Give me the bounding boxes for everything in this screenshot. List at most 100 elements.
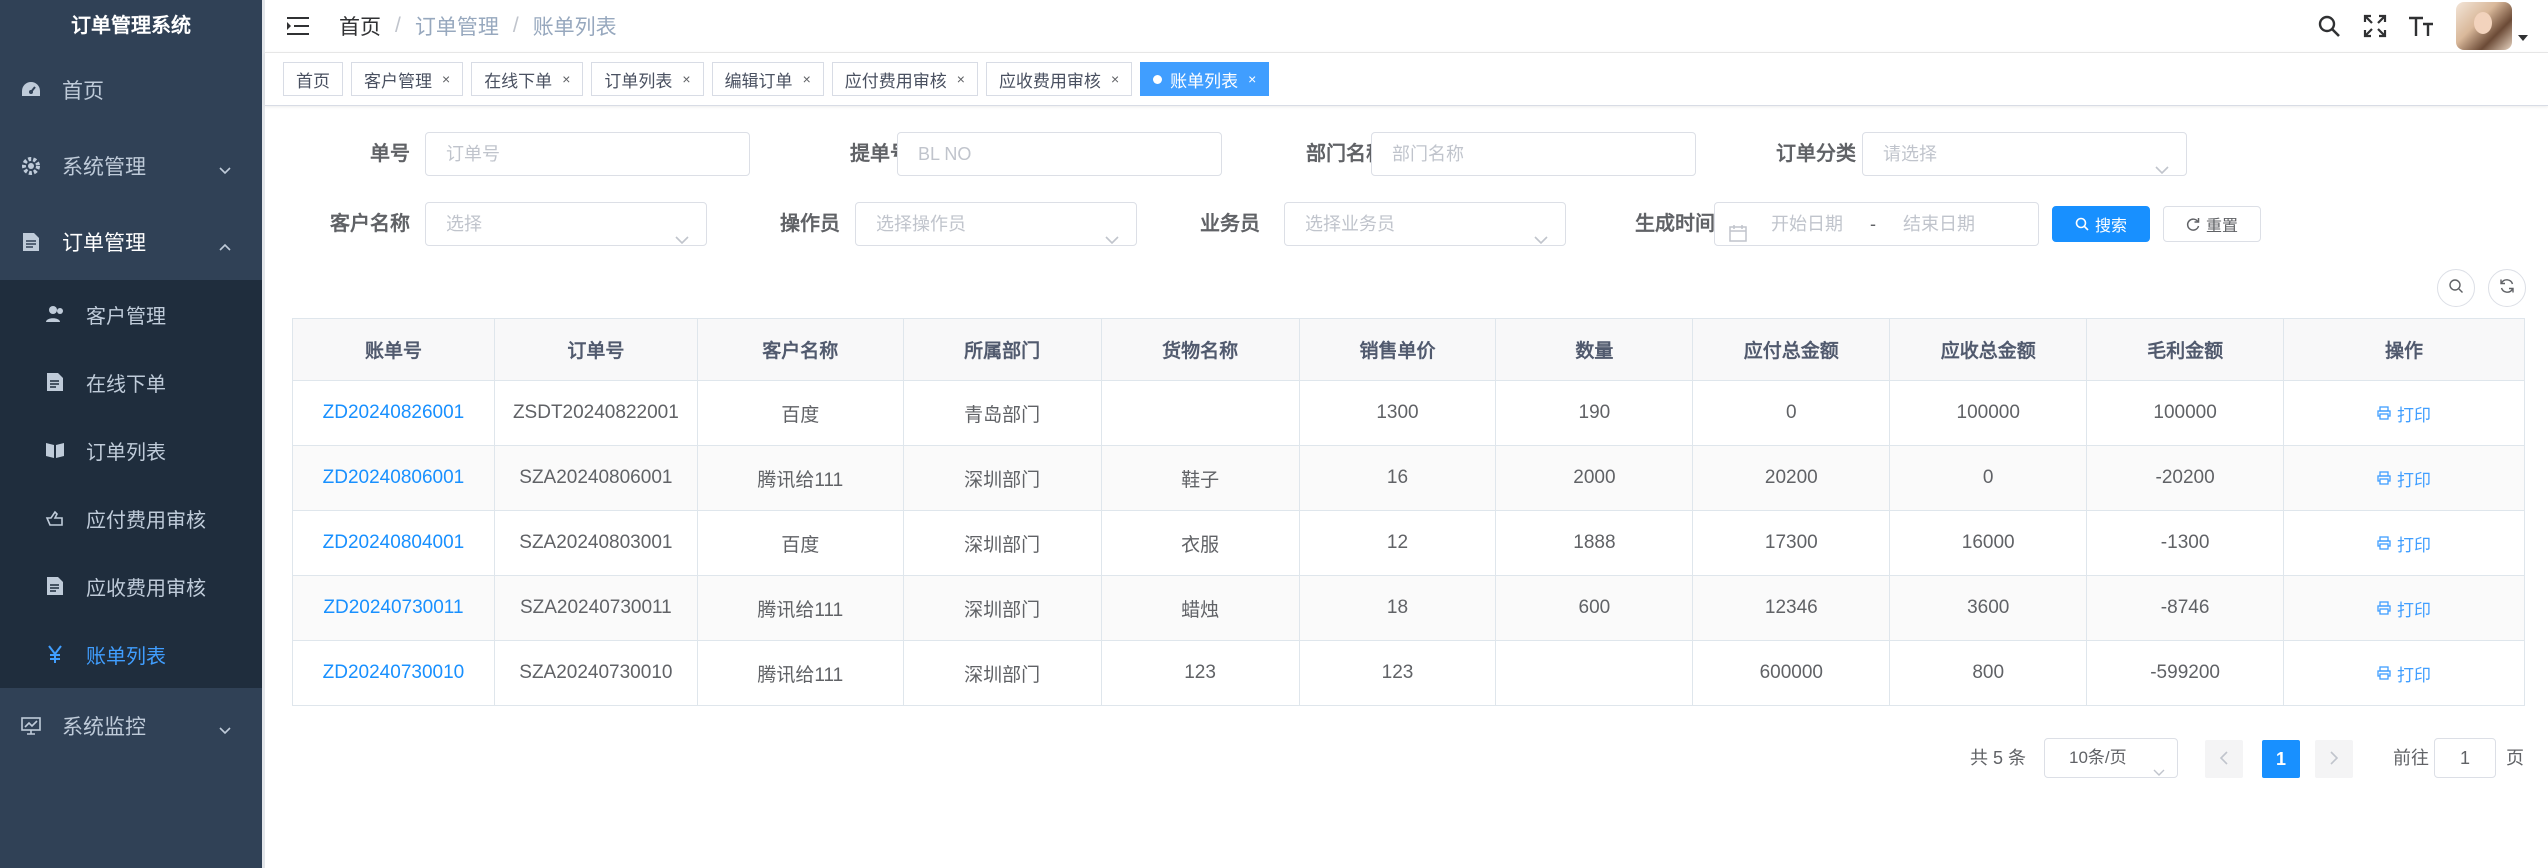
caret-down-icon[interactable] xyxy=(2518,35,2528,41)
refresh-button[interactable] xyxy=(2488,269,2526,307)
goto-label: 前往 xyxy=(2393,748,2429,768)
operator-select[interactable]: 选择操作员 xyxy=(855,202,1137,246)
bill-table: 账单号 订单号 客户名称 所属部门 货物名称 销售单价 数量 应付总金额 应收总金额 毛利金额 操作… xyxy=(292,318,2525,706)
bl-no-input[interactable]: BL NO xyxy=(897,132,1222,176)
search-button-label: 搜索 xyxy=(2094,218,2127,235)
bill-no-link[interactable]: ZD20240730011 xyxy=(293,576,495,641)
order-no-label: 单号 xyxy=(370,143,410,165)
tag-customers[interactable]: 客户管理 × xyxy=(351,62,464,96)
print-button[interactable]: 打印 xyxy=(2284,446,2525,511)
table-cell: 3600 xyxy=(1890,576,2088,641)
print-button[interactable]: 打印 xyxy=(2284,511,2525,576)
tag-edit-order[interactable]: 编辑订单 × xyxy=(711,62,824,96)
sidebar-item-bill-list[interactable]: 账单列表 xyxy=(0,620,262,688)
sidebar-item-order-list[interactable]: 订单列表 xyxy=(0,416,262,484)
table-cell: 腾讯给111 xyxy=(697,446,904,511)
category-label: 订单分类 xyxy=(1776,143,1856,165)
print-button[interactable]: 打印 xyxy=(2284,641,2525,706)
fullscreen-icon[interactable] xyxy=(2360,11,2390,41)
table-row: ZD20240826001 ZSDT20240822001 百度 青岛部门 1300 19… xyxy=(293,381,2525,446)
chevron-right-icon xyxy=(2329,749,2339,770)
table-cell: 0 xyxy=(1693,381,1891,446)
tag-home[interactable]: 首页 xyxy=(283,62,343,96)
sidebar-item-home[interactable]: 首页 xyxy=(0,52,262,128)
close-icon[interactable]: × xyxy=(803,71,811,87)
reset-button-label: 重置 xyxy=(2205,218,2238,235)
table-row: ZD20240806001 SZA20240806001 腾讯给111 深圳部门 鞋子 1… xyxy=(293,446,2525,511)
bill-no-link[interactable]: ZD20240806001 xyxy=(293,446,495,511)
table-cell: 100000 xyxy=(2087,381,2285,446)
close-icon[interactable]: × xyxy=(442,71,450,87)
print-button[interactable]: 打印 xyxy=(2284,576,2525,641)
category-select[interactable]: 请选择 xyxy=(1862,132,2187,176)
next-page-button[interactable] xyxy=(2315,740,2353,778)
tag-online-order[interactable]: 在线下单 × xyxy=(471,62,584,96)
tag-label: 应收费用审核 xyxy=(998,71,1101,91)
print-label: 打印 xyxy=(2397,665,2431,685)
sidebar-item-orders[interactable]: 订单管理 xyxy=(0,204,262,280)
table-cell: -599200 xyxy=(2087,641,2285,706)
close-icon[interactable]: × xyxy=(1111,71,1119,87)
sidebar-item-online-order[interactable]: 在线下单 xyxy=(0,348,262,416)
close-icon[interactable]: × xyxy=(562,71,570,87)
filter-row-2: 客户名称 选择 操作员 选择操作员 业务员 选择业务员 生成时间 开始日期 - … xyxy=(265,202,2548,246)
date-range-picker[interactable]: 开始日期 - 结束日期 xyxy=(1714,202,2039,246)
page-number-current[interactable]: 1 xyxy=(2262,740,2300,778)
search-button[interactable]: 搜索 xyxy=(2052,206,2150,242)
table-cell: 腾讯给111 xyxy=(697,641,904,706)
search-icon[interactable] xyxy=(2314,11,2344,41)
avatar[interactable] xyxy=(2456,2,2512,50)
end-date-placeholder[interactable]: 结束日期 xyxy=(1903,203,1975,245)
salesman-select[interactable]: 选择业务员 xyxy=(1284,202,1566,246)
prev-page-button[interactable] xyxy=(2205,740,2243,778)
breadcrumb-home[interactable]: 首页 xyxy=(339,11,381,41)
table-cell: 深圳部门 xyxy=(903,446,1102,511)
reset-button[interactable]: 重置 xyxy=(2163,206,2261,242)
bill-no-link[interactable]: ZD20240730010 xyxy=(293,641,495,706)
toggle-search-button[interactable] xyxy=(2437,269,2475,307)
customer-select[interactable]: 选择 xyxy=(425,202,707,246)
table-cell xyxy=(1496,641,1694,706)
close-icon[interactable]: × xyxy=(1248,71,1256,87)
sidebar-item-label: 应收费用审核 xyxy=(86,577,206,600)
page-size-select[interactable]: 10条/页 xyxy=(2044,738,2178,778)
chevron-down-icon xyxy=(218,158,232,182)
print-button[interactable]: 打印 xyxy=(2284,381,2525,446)
bill-no-link[interactable]: ZD20240804001 xyxy=(293,511,495,576)
dept-input[interactable]: 部门名称 xyxy=(1371,132,1696,176)
table-cell: 衣服 xyxy=(1101,511,1300,576)
close-icon[interactable]: × xyxy=(957,71,965,87)
sidebar-item-system[interactable]: 系统管理 xyxy=(0,128,262,204)
sidebar-item-label: 系统监控 xyxy=(62,716,146,739)
salesman-placeholder: 选择业务员 xyxy=(1305,214,1395,234)
refresh-icon xyxy=(2186,217,2200,231)
page-size-value: 10条/页 xyxy=(2069,748,2127,767)
table-cell: 百度 xyxy=(697,511,904,576)
table-cell: 0 xyxy=(1890,446,2088,511)
table-cell: -20200 xyxy=(2087,446,2285,511)
created-label: 生成时间 xyxy=(1635,213,1715,235)
close-icon[interactable]: × xyxy=(682,71,690,87)
sidebar-item-payable-review[interactable]: 应付费用审核 xyxy=(0,484,262,552)
table-cell xyxy=(1101,381,1300,446)
goto-page-input[interactable]: 1 xyxy=(2434,738,2496,778)
table-cell: SZA20240730011 xyxy=(494,576,698,641)
hamburger-icon[interactable] xyxy=(285,13,311,39)
print-label: 打印 xyxy=(2397,405,2431,425)
bill-no-link[interactable]: ZD20240826001 xyxy=(293,381,495,446)
start-date-placeholder[interactable]: 开始日期 xyxy=(1771,203,1843,245)
navbar-right xyxy=(2298,0,2528,52)
tag-label: 客户管理 xyxy=(364,71,432,91)
tag-payable-review[interactable]: 应付费用审核 × xyxy=(831,62,978,96)
sidebar-item-receivable-review[interactable]: 应收费用审核 xyxy=(0,552,262,620)
tag-order-list[interactable]: 订单列表 × xyxy=(591,62,704,96)
pagination: 共 5 条 10条/页 1 前往 1 页 xyxy=(0,738,2548,778)
order-no-input[interactable]: 订单号 xyxy=(425,132,750,176)
font-size-icon[interactable] xyxy=(2406,11,2436,41)
table-cell: 16000 xyxy=(1890,511,2088,576)
sidebar-item-customers[interactable]: 客户管理 xyxy=(0,280,262,348)
tag-bill-list[interactable]: 账单列表 × xyxy=(1140,62,1270,96)
table-cell: 600000 xyxy=(1693,641,1891,706)
printer-icon xyxy=(2377,406,2391,420)
tag-receivable-review[interactable]: 应收费用审核 × xyxy=(985,62,1133,96)
